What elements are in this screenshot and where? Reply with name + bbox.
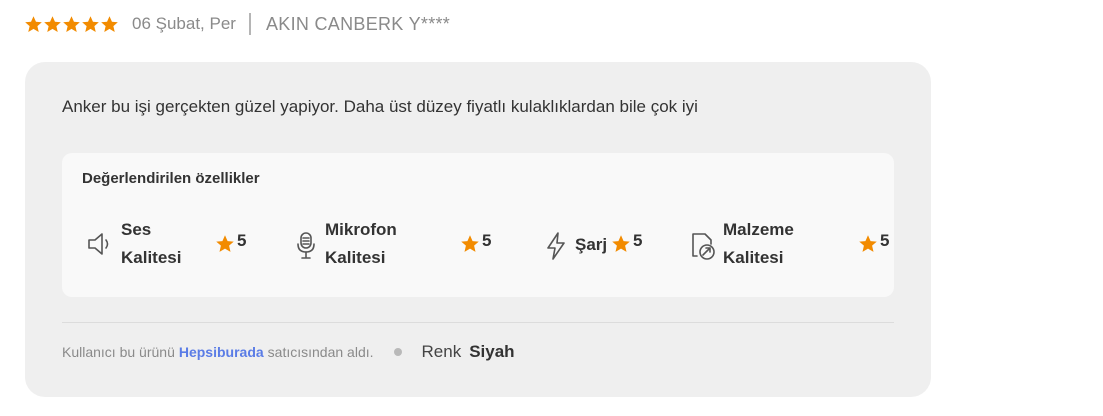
review-date: 06 Şubat, Per	[132, 14, 236, 33]
star-icon	[101, 15, 118, 32]
feature-name: Ses Kalitesi	[121, 220, 182, 267]
feature-microphone-quality: Mikrofon Kalitesi 5	[292, 215, 502, 273]
feature-material-quality: Malzeme Kalitesi 5	[689, 215, 894, 273]
star-icon	[216, 235, 234, 252]
seller-prefix: Kullanıcı bu ürünü	[62, 344, 175, 360]
features-title: Değerlendirilen özellikler	[82, 170, 260, 187]
review-comment: Anker bu işi gerçekten güzel yapiyor. Da…	[62, 97, 698, 116]
star-icon	[63, 15, 80, 32]
review-header: 06 Şubat, Per AKIN CANBERK Y****	[24, 10, 450, 38]
seller-suffix: satıcısından aldı.	[267, 344, 374, 360]
feature-sound-quality: Ses Kalitesi 5	[85, 215, 255, 273]
star-icon	[612, 235, 630, 252]
feature-score: 5	[633, 231, 643, 250]
feature-name: Malzeme Kalitesi	[723, 220, 794, 267]
feature-score: 5	[880, 231, 890, 250]
color-value: Siyah	[469, 342, 515, 361]
star-icon	[44, 15, 61, 32]
rated-features-panel: Değerlendirilen özellikler Ses Kalitesi …	[62, 153, 894, 297]
header-separator	[248, 13, 251, 35]
star-icon	[859, 235, 877, 252]
review-footer: Kullanıcı bu ürünü Hepsiburada satıcısın…	[62, 340, 515, 364]
material-icon	[692, 233, 715, 260]
star-icon	[82, 15, 99, 32]
star-icon	[25, 15, 42, 32]
lightning-icon	[547, 232, 565, 260]
microphone-icon	[297, 232, 315, 259]
feature-score: 5	[482, 231, 492, 250]
feature-name: Mikrofon Kalitesi	[325, 220, 397, 267]
rating-stars	[24, 15, 119, 34]
feature-score: 5	[237, 231, 247, 250]
review-author: AKIN CANBERK Y****	[265, 13, 451, 34]
star-icon	[461, 235, 479, 252]
bullet-separator	[393, 348, 402, 356]
seller-link[interactable]: Hepsiburada	[179, 344, 264, 360]
feature-charging: Şarj 5	[542, 215, 682, 273]
footer-divider	[62, 322, 894, 323]
review-card: Anker bu işi gerçekten güzel yapiyor. Da…	[25, 62, 931, 397]
speaker-icon	[88, 233, 109, 255]
feature-name: Şarj	[575, 235, 608, 254]
color-label: Renk	[421, 342, 462, 361]
